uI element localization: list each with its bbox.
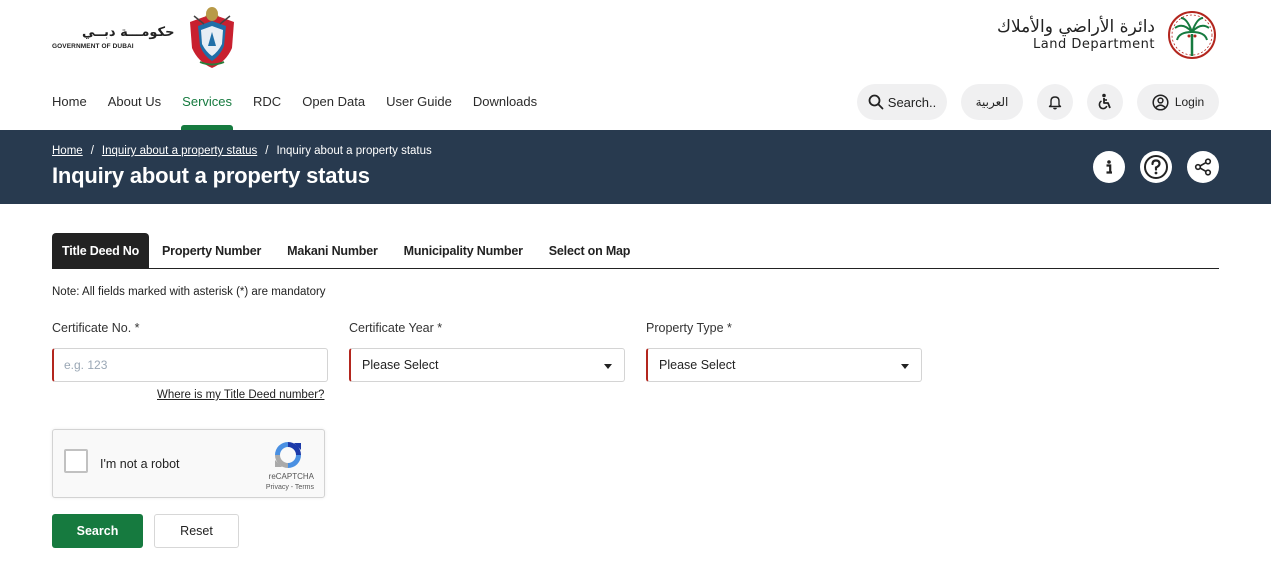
page-title: Inquiry about a property status [52,163,370,188]
breadcrumb-separator: / [90,145,94,157]
user-circle-icon [1152,93,1169,111]
property-type-value: Please Select [659,358,736,372]
gov-logo-english: GOVERNMENT OF DUBAI [52,42,134,50]
search-icon [868,94,884,110]
chevron-down-icon [901,364,909,369]
certificate-year-label: Certificate Year * [349,321,443,335]
government-of-dubai-logo[interactable]: حكومـــة دبــي GOVERNMENT OF DUBAI [52,4,244,70]
title-deed-help-link[interactable]: Where is my Title Deed number? [157,389,324,401]
login-label: Login [1174,95,1205,109]
top-header: حكومـــة دبــي GOVERNMENT OF DUBAI دائرة… [0,0,1271,76]
nav-item-about-us[interactable]: About Us [108,84,161,130]
recaptcha-widget: I'm not a robot reCAPTCHA Privacy - Term… [52,429,325,498]
palm-tree-icon [1168,11,1216,59]
help-button[interactable] [1140,151,1172,183]
mandatory-note: Note: All fields marked with asterisk (*… [52,286,326,298]
certificate-year-value: Please Select [362,358,439,372]
language-toggle[interactable]: العربية [961,84,1023,120]
notifications-button[interactable] [1037,84,1073,120]
bell-icon [1048,96,1062,110]
search-button[interactable]: Search.. [857,84,947,120]
info-icon [1106,160,1112,174]
land-department-logo[interactable]: دائرة الأراضي والأملاك Land Department [997,10,1219,60]
recaptcha-logo-icon [275,442,301,468]
banner-actions [1093,151,1219,183]
gov-logo-text: حكومـــة دبــي GOVERNMENT OF DUBAI [52,25,174,50]
breadcrumb-inquiry-link[interactable]: Inquiry about a property status [102,145,257,157]
property-type-select[interactable]: Please Select [646,348,922,382]
tab-property-number[interactable]: Property Number [149,233,274,268]
breadcrumb: Home / Inquiry about a property status /… [52,145,432,157]
property-type-label: Property Type * [646,321,732,335]
nav-tools: Search.. العربية Login [857,84,1219,120]
dld-logo-text: دائرة الأراضي والأملاك Land Department [997,17,1155,53]
breadcrumb-current: Inquiry about a property status [276,145,432,157]
tab-municipality-number[interactable]: Municipality Number [391,233,536,268]
breadcrumb-separator: / [265,145,269,157]
accessibility-icon [1098,93,1111,110]
main-nav: Home About Us Services RDC Open Data Use… [52,84,558,130]
page-banner: Home / Inquiry about a property status /… [0,130,1271,204]
share-button[interactable] [1187,151,1219,183]
certificate-year-select[interactable]: Please Select [349,348,625,382]
recaptcha-brand: reCAPTCHA [268,472,314,481]
nav-item-home[interactable]: Home [52,84,87,130]
dld-logo-arabic: دائرة الأراضي والأملاك [997,17,1155,37]
tab-select-on-map[interactable]: Select on Map [536,233,643,268]
reset-button[interactable]: Reset [154,514,239,548]
help-icon [1144,155,1168,179]
gov-logo-arabic: حكومـــة دبــي [82,24,175,40]
dubai-emblem-icon [190,7,235,68]
recaptcha-checkbox[interactable] [64,449,88,473]
nav-item-downloads[interactable]: Downloads [473,84,537,130]
breadcrumb-home[interactable]: Home [52,145,83,157]
recaptcha-terms-link[interactable]: Privacy - Terms [266,484,314,491]
nav-item-services[interactable]: Services [181,84,233,130]
nav-item-rdc[interactable]: RDC [253,84,281,130]
tab-title-deed-no[interactable]: Title Deed No [52,233,150,268]
search-method-tabs: Title Deed No Property Number Makani Num… [52,233,1219,269]
share-icon [1194,158,1212,176]
certificate-no-label: Certificate No. * [52,321,140,335]
tab-makani-number[interactable]: Makani Number [274,233,390,268]
nav-item-user-guide[interactable]: User Guide [386,84,452,130]
search-button-label: Search.. [887,94,937,110]
search-submit-button[interactable]: Search [52,514,143,548]
login-button[interactable]: Login [1137,84,1219,120]
accessibility-button[interactable] [1087,84,1123,120]
chevron-down-icon [604,364,612,369]
info-button[interactable] [1093,151,1125,183]
certificate-no-input[interactable] [52,348,328,382]
recaptcha-label: I'm not a robot [100,457,180,471]
dld-logo-english: Land Department [1033,37,1155,52]
nav-item-open-data[interactable]: Open Data [302,84,365,130]
